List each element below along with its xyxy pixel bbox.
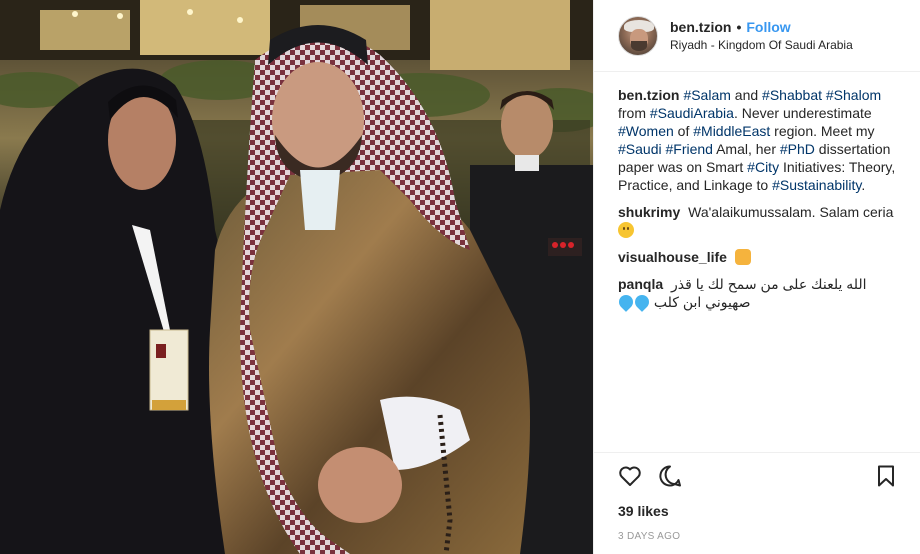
comment-username[interactable]: panqla <box>618 276 663 292</box>
caption-segment: of <box>673 123 694 139</box>
caption-username[interactable]: ben.tzion <box>618 87 679 103</box>
comment-text: Wa'alaikumussalam. Salam ceria <box>688 204 894 220</box>
hashtag-link[interactable]: #Shalom <box>826 87 881 103</box>
header-text: ben.tzion • Follow Riyadh - Kingdom Of S… <box>670 18 853 54</box>
comments-section: ben.tzion #Salam and #Shabbat #Shalom fro… <box>594 72 920 452</box>
caption-segment: . <box>861 177 866 193</box>
heart-icon <box>619 466 641 486</box>
caption-segment: from <box>618 105 650 121</box>
comment-username[interactable]: visualhouse_life <box>618 249 727 265</box>
comment-item: visualhouse_life <box>618 248 904 266</box>
post-photo[interactable] <box>0 0 593 554</box>
hashtag-link[interactable]: #Sustainability <box>772 177 861 193</box>
comment-text-line2: صهيوني ابن كلب <box>653 294 751 310</box>
instagram-post-view: ben.tzion • Follow Riyadh - Kingdom Of S… <box>0 0 920 554</box>
hashtag-link[interactable]: #Friend <box>665 141 712 157</box>
caption-segment: . Never underestimate <box>733 105 872 121</box>
like-button[interactable] <box>618 463 646 489</box>
comment-button[interactable] <box>658 463 686 489</box>
author-username[interactable]: ben.tzion <box>670 18 731 36</box>
raising-hands-emoji-icon <box>734 249 751 265</box>
separator-dot: • <box>736 18 742 35</box>
comment-item: panqla الله يلعنك على من سمح لك يا قذر ص… <box>616 275 904 312</box>
caption-segment: Amal, her <box>712 141 780 157</box>
comment-item: shukrimy Wa'alaikumussalam. Salam ceria <box>618 203 904 239</box>
post-side-panel: ben.tzion • Follow Riyadh - Kingdom Of S… <box>593 0 920 554</box>
caption-segment: region. Meet my <box>770 123 875 139</box>
sweat-drops-emoji-icon <box>632 292 652 312</box>
hashtag-link[interactable]: #Saudi <box>618 141 662 157</box>
post-header: ben.tzion • Follow Riyadh - Kingdom Of S… <box>594 0 920 72</box>
photo-illustration <box>0 0 593 554</box>
post-actions: 39 likes 3 DAYS AGO <box>594 452 920 542</box>
save-button[interactable] <box>877 463 905 489</box>
hashtag-link[interactable]: #MiddleEast <box>693 123 770 139</box>
hashtag-link[interactable]: #PhD <box>780 141 815 157</box>
hashtag-link[interactable]: #City <box>747 159 779 175</box>
hashtag-link[interactable]: #Salam <box>683 87 730 103</box>
hashtag-link[interactable]: #Shabbat <box>762 87 822 103</box>
comment-icon <box>659 465 681 487</box>
location-link[interactable]: Riyadh - Kingdom Of Saudi Arabia <box>670 38 853 54</box>
likes-count[interactable]: 39 likes <box>618 503 905 519</box>
comment-username[interactable]: shukrimy <box>618 204 680 220</box>
hashtag-link[interactable]: #Women <box>618 123 674 139</box>
follow-button[interactable]: Follow <box>746 18 790 36</box>
smile-emoji-icon <box>618 222 634 238</box>
caption: ben.tzion #Salam and #Shabbat #Shalom fro… <box>618 86 904 194</box>
sweat-drops-emoji-icon <box>616 292 636 312</box>
bookmark-icon <box>878 465 894 487</box>
action-icons <box>618 463 905 489</box>
timestamp: 3 DAYS AGO <box>618 531 681 542</box>
comment-text: الله يلعنك على من سمح لك يا قذر <box>671 276 867 292</box>
avatar[interactable] <box>618 15 658 56</box>
caption-segment: and <box>730 87 763 103</box>
hashtag-link[interactable]: #SaudiArabia <box>650 105 734 121</box>
